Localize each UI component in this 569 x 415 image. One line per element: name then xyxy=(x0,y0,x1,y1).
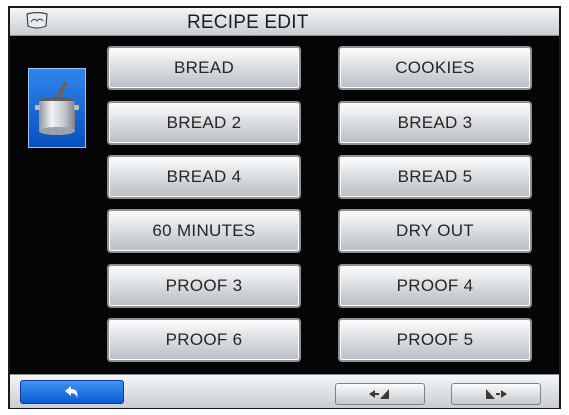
return-arrow-icon xyxy=(65,386,78,398)
recipe-button-label: DRY OUT xyxy=(396,221,474,240)
recipe-button-bread-2[interactable]: BREAD 2 xyxy=(107,101,301,145)
recipe-button-bread-3[interactable]: BREAD 3 xyxy=(338,101,532,145)
recipe-button-proof-3[interactable]: PROOF 3 xyxy=(107,264,301,308)
recipe-category-tile[interactable] xyxy=(28,68,86,148)
recipe-button-proof-4[interactable]: PROOF 4 xyxy=(338,264,532,308)
recipe-button-bread-4[interactable]: BREAD 4 xyxy=(107,155,301,199)
recipe-button-cookies[interactable]: COOKIES xyxy=(338,46,532,90)
brand-logo-icon xyxy=(24,11,50,30)
recipe-button-label: BREAD 3 xyxy=(397,113,473,132)
page-next-icon xyxy=(486,389,507,399)
title-bar: RECIPE EDIT xyxy=(10,8,559,36)
recipe-button-60-minutes[interactable]: 60 MINUTES xyxy=(107,209,301,253)
recipe-button-label: BREAD 4 xyxy=(166,167,242,186)
recipe-button-label: PROOF 5 xyxy=(396,330,474,349)
page-previous-button[interactable] xyxy=(335,383,425,405)
recipe-button-label: PROOF 4 xyxy=(396,276,474,295)
recipe-button-label: PROOF 3 xyxy=(165,276,243,295)
recipe-button-dry-out[interactable]: DRY OUT xyxy=(338,209,532,253)
recipe-button-label: BREAD xyxy=(173,58,235,77)
page-title: RECIPE EDIT xyxy=(187,12,309,33)
recipe-button-label: PROOF 6 xyxy=(165,330,243,349)
recipe-button-label: BREAD 5 xyxy=(397,167,473,186)
recipe-button-bread-5[interactable]: BREAD 5 xyxy=(338,155,532,199)
recipe-button-proof-6[interactable]: PROOF 6 xyxy=(107,318,301,362)
page-next-button[interactable] xyxy=(451,383,541,405)
recipe-button-label: BREAD 2 xyxy=(166,113,242,132)
back-button[interactable] xyxy=(20,380,124,404)
page-previous-icon xyxy=(369,389,389,399)
recipe-button-label: 60 MINUTES xyxy=(152,221,256,240)
recipe-button-label: COOKIES xyxy=(395,58,475,77)
recipe-button-proof-5[interactable]: PROOF 5 xyxy=(338,318,532,362)
recipe-button-bread[interactable]: BREAD xyxy=(107,46,301,90)
stock-pot-icon xyxy=(35,82,79,135)
